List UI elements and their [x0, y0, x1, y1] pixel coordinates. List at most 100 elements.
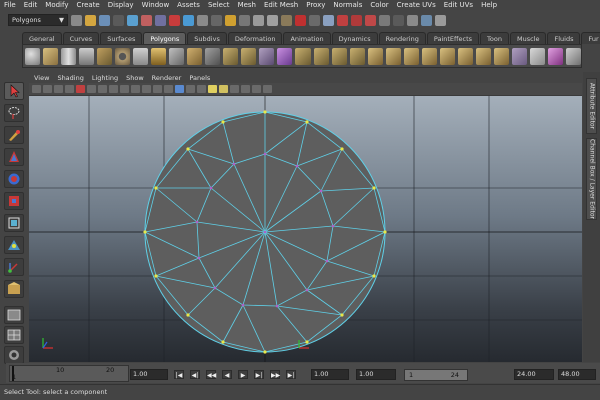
- highlight-selection-icon[interactable]: [253, 14, 264, 26]
- select-tool-icon[interactable]: [4, 82, 24, 100]
- merge-icon[interactable]: [439, 47, 455, 65]
- start-time-field[interactable]: 1.00: [311, 369, 349, 380]
- shelf-tab-deformation[interactable]: Deformation: [227, 32, 283, 44]
- panel-menu-renderer[interactable]: Renderer: [152, 74, 182, 82]
- shelf-tab-rendering[interactable]: Rendering: [378, 32, 426, 44]
- menu-edit-uvs[interactable]: Edit UVs: [444, 1, 473, 9]
- grid-icon[interactable]: [87, 85, 96, 93]
- snap-curve-icon[interactable]: [281, 14, 292, 26]
- safe-action-icon[interactable]: [142, 85, 151, 93]
- last-tool-used-icon[interactable]: [4, 280, 24, 298]
- resolution-gate-icon[interactable]: [109, 85, 118, 93]
- show-attribute-editor-icon[interactable]: [407, 14, 418, 26]
- wireframe-on-shaded-icon[interactable]: [186, 85, 195, 93]
- menu-create-uvs[interactable]: Create UVs: [397, 1, 436, 9]
- smooth-icon[interactable]: [259, 47, 275, 65]
- poly-prism-icon[interactable]: [133, 47, 149, 65]
- shelf-tab-curves[interactable]: Curves: [62, 32, 100, 44]
- new-scene-icon[interactable]: [71, 14, 82, 26]
- smooth-shade-icon[interactable]: [175, 85, 184, 93]
- bridge-icon[interactable]: [331, 47, 347, 65]
- snap-view-plane-icon[interactable]: [309, 14, 320, 26]
- four-view-layout-icon[interactable]: [4, 326, 24, 344]
- poke-face-icon[interactable]: [457, 47, 473, 65]
- snap-grid-icon[interactable]: [267, 14, 278, 26]
- show-tool-settings-icon[interactable]: [421, 14, 432, 26]
- snap-point-icon[interactable]: [295, 14, 306, 26]
- universal-manipulator-icon[interactable]: [4, 214, 24, 232]
- menu-proxy[interactable]: Proxy: [306, 1, 325, 9]
- triangulate-icon[interactable]: [529, 47, 545, 65]
- shelf-tab-polygons[interactable]: Polygons: [143, 32, 187, 44]
- shelf-tab-fluids[interactable]: Fluids: [547, 32, 581, 44]
- playback-end-field[interactable]: 24.00: [514, 369, 554, 380]
- save-scene-icon[interactable]: [99, 14, 110, 26]
- panel-menu-lighting[interactable]: Lighting: [92, 74, 118, 82]
- select-component-icon[interactable]: [141, 14, 152, 26]
- tab-channel-box[interactable]: Channel Box / Layer Editor: [586, 138, 597, 220]
- show-manipulator-tool-icon[interactable]: [4, 258, 24, 276]
- shelf-tab-painteffects[interactable]: PaintEffects: [426, 32, 480, 44]
- menu-edit-mesh[interactable]: Edit Mesh: [264, 1, 298, 9]
- play-backwards-button[interactable]: ◀: [222, 370, 232, 379]
- poly-pipe-icon[interactable]: [169, 47, 185, 65]
- shelf-tab-toon[interactable]: Toon: [480, 32, 509, 44]
- menu-window[interactable]: Window: [142, 1, 170, 9]
- mask-joints-icon[interactable]: [183, 14, 194, 26]
- tab-attribute-editor[interactable]: Attribute Editor: [586, 78, 597, 134]
- safe-title-icon[interactable]: [153, 85, 162, 93]
- select-camera-icon[interactable]: [32, 85, 41, 93]
- step-forward-key-button[interactable]: ▶▶: [270, 370, 280, 379]
- time-slider-track[interactable]: 1 10 20: [9, 365, 129, 382]
- insert-edge-loop-icon[interactable]: [385, 47, 401, 65]
- poly-plane-icon[interactable]: [97, 47, 113, 65]
- shelf-tab-dynamics[interactable]: Dynamics: [331, 32, 378, 44]
- polygon-sphere-mesh[interactable]: [143, 110, 387, 354]
- menu-mesh[interactable]: Mesh: [238, 1, 256, 9]
- go-to-start-button[interactable]: |◀: [174, 370, 184, 379]
- shelf-tab-general[interactable]: General: [22, 32, 62, 44]
- mask-surfaces-icon[interactable]: [211, 14, 222, 26]
- film-gate-icon[interactable]: [98, 85, 107, 93]
- poly-soccer-ball-icon[interactable]: [205, 47, 221, 65]
- end-time-field[interactable]: 48.00: [558, 369, 596, 380]
- extrude-icon[interactable]: [313, 47, 329, 65]
- go-to-end-button[interactable]: ▶|: [286, 370, 296, 379]
- menu-normals[interactable]: Normals: [333, 1, 362, 9]
- poly-cylinder-icon[interactable]: [61, 47, 77, 65]
- show-channel-box-icon[interactable]: [435, 14, 446, 26]
- menu-assets[interactable]: Assets: [177, 1, 200, 9]
- xray-icon[interactable]: [241, 85, 250, 93]
- offset-edge-loop-icon[interactable]: [403, 47, 419, 65]
- render-icon[interactable]: [351, 14, 362, 26]
- pick-mask-icon[interactable]: [155, 14, 166, 26]
- range-slider[interactable]: 1 24: [404, 369, 468, 381]
- scale-tool-icon[interactable]: [4, 192, 24, 210]
- panel-menu-view[interactable]: View: [34, 74, 49, 82]
- camera-attributes-icon[interactable]: [43, 85, 52, 93]
- planar-mapping-icon[interactable]: [547, 47, 563, 65]
- menu-create[interactable]: Create: [76, 1, 99, 9]
- single-perspective-layout-icon[interactable]: [4, 306, 24, 324]
- shelf-tab-animation[interactable]: Animation: [283, 32, 331, 44]
- poly-cone-icon[interactable]: [79, 47, 95, 65]
- shadows-icon[interactable]: [219, 85, 228, 93]
- move-tool-icon[interactable]: [4, 148, 24, 166]
- input-field-icon[interactable]: [393, 14, 404, 26]
- poly-helix-icon[interactable]: [187, 47, 203, 65]
- outliner-layout-icon[interactable]: [4, 346, 24, 364]
- image-plane-icon[interactable]: [65, 85, 74, 93]
- menu-edit[interactable]: Edit: [24, 1, 38, 9]
- append-polygon-icon[interactable]: [349, 47, 365, 65]
- use-all-lights-icon[interactable]: [208, 85, 217, 93]
- soft-modification-tool-icon[interactable]: [4, 236, 24, 254]
- menu-set-selector[interactable]: Polygons ▼: [8, 14, 68, 26]
- menu-color[interactable]: Color: [370, 1, 388, 9]
- current-time-field[interactable]: 1.00: [130, 369, 168, 380]
- poly-sphere-icon[interactable]: [25, 47, 41, 65]
- shelf-tab-muscle[interactable]: Muscle: [509, 32, 547, 44]
- open-scene-icon[interactable]: [85, 14, 96, 26]
- make-live-icon[interactable]: [323, 14, 334, 26]
- combine-icon[interactable]: [223, 47, 239, 65]
- mask-curves-icon[interactable]: [197, 14, 208, 26]
